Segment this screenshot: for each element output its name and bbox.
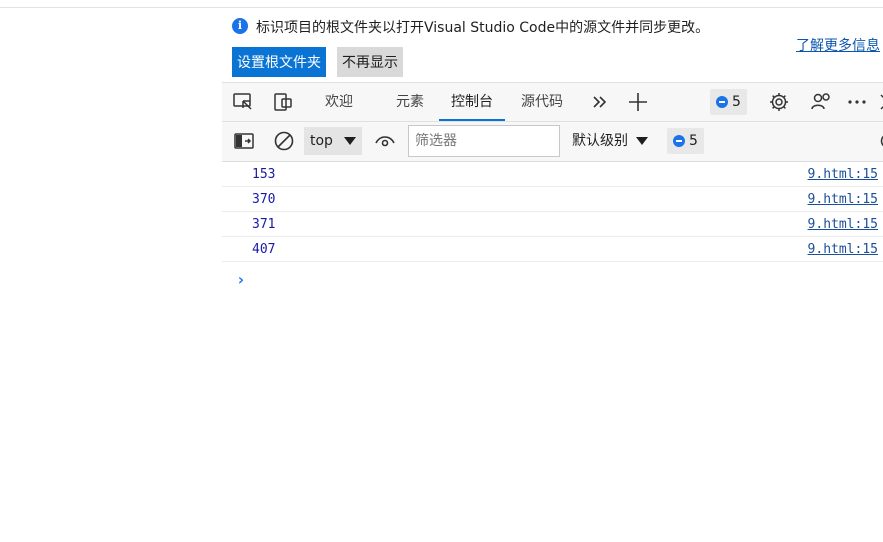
console-source-link[interactable]: 9.html:15 — [808, 167, 878, 182]
learn-more-link[interactable]: 了解更多信息 — [796, 35, 880, 55]
context-selector[interactable]: top — [304, 127, 362, 155]
console-toolbar: top 默认级别 5 — [222, 122, 883, 162]
more-tabs-icon[interactable] — [589, 91, 611, 113]
dropdown-caret-icon — [344, 137, 356, 145]
console-message-row: 370 9.html:15 — [222, 187, 883, 212]
console-message-row: 407 9.html:15 — [222, 237, 883, 262]
show-sidebar-icon[interactable] — [233, 130, 255, 152]
console-source-link[interactable]: 9.html:15 — [808, 242, 878, 257]
info-icon: i — [232, 18, 248, 34]
infobar: i 标识项目的根文件夹以打开Visual Studio Code中的源文件并同步… — [222, 8, 883, 82]
message-bubble-icon — [673, 135, 685, 147]
live-expression-eye-icon[interactable] — [374, 130, 396, 152]
console-message-row: 153 9.html:15 — [222, 162, 883, 187]
issues-count: 5 — [732, 94, 741, 110]
issues-badge[interactable]: 5 — [710, 89, 747, 115]
device-emulation-icon[interactable] — [272, 91, 294, 113]
more-options-icon[interactable] — [846, 91, 868, 113]
console-message-value: 371 — [252, 217, 276, 232]
tab-elements[interactable]: 元素 — [384, 83, 436, 121]
console-source-link[interactable]: 9.html:15 — [808, 192, 878, 207]
message-bubble-icon — [716, 96, 728, 108]
devtools-tabbar: 欢迎 元素 控制台 源代码 5 — [222, 82, 883, 122]
console-message-row: 371 9.html:15 — [222, 212, 883, 237]
customize-profile-icon[interactable] — [809, 91, 831, 113]
clear-console-icon[interactable] — [273, 130, 295, 152]
console-message-value: 153 — [252, 167, 276, 182]
console-issues-count: 5 — [689, 133, 698, 149]
context-value: top — [310, 133, 333, 149]
dropdown-caret-icon — [636, 137, 648, 145]
log-levels-dropdown[interactable]: 默认级别 — [572, 127, 648, 155]
set-root-folder-button[interactable]: 设置根文件夹 — [232, 47, 326, 77]
close-devtools-icon[interactable] — [877, 91, 883, 113]
console-prompt-chevron-icon[interactable]: › — [236, 270, 246, 289]
tab-console[interactable]: 控制台 — [439, 83, 505, 121]
browser-top-edge — [0, 0, 883, 8]
console-filter-input[interactable] — [408, 125, 560, 157]
devtools-panel: i 标识项目的根文件夹以打开Visual Studio Code中的源文件并同步… — [222, 8, 883, 542]
console-message-value: 407 — [252, 242, 276, 257]
tab-sources[interactable]: 源代码 — [509, 83, 575, 121]
console-issues-badge[interactable]: 5 — [667, 128, 704, 154]
dont-show-again-button[interactable]: 不再显示 — [337, 47, 403, 77]
inspect-element-icon[interactable] — [232, 91, 254, 113]
settings-gear-icon[interactable] — [768, 91, 790, 113]
add-tab-icon[interactable] — [627, 91, 649, 113]
tab-welcome[interactable]: 欢迎 — [313, 83, 365, 121]
log-levels-label: 默认级别 — [572, 133, 628, 149]
console-settings-gear-icon[interactable] — [877, 130, 883, 152]
console-message-value: 370 — [252, 192, 276, 207]
console-messages: 153 9.html:15 370 9.html:15 371 9.html:1… — [222, 162, 883, 289]
console-source-link[interactable]: 9.html:15 — [808, 217, 878, 232]
infobar-message: 标识项目的根文件夹以打开Visual Studio Code中的源文件并同步更改… — [256, 20, 710, 36]
